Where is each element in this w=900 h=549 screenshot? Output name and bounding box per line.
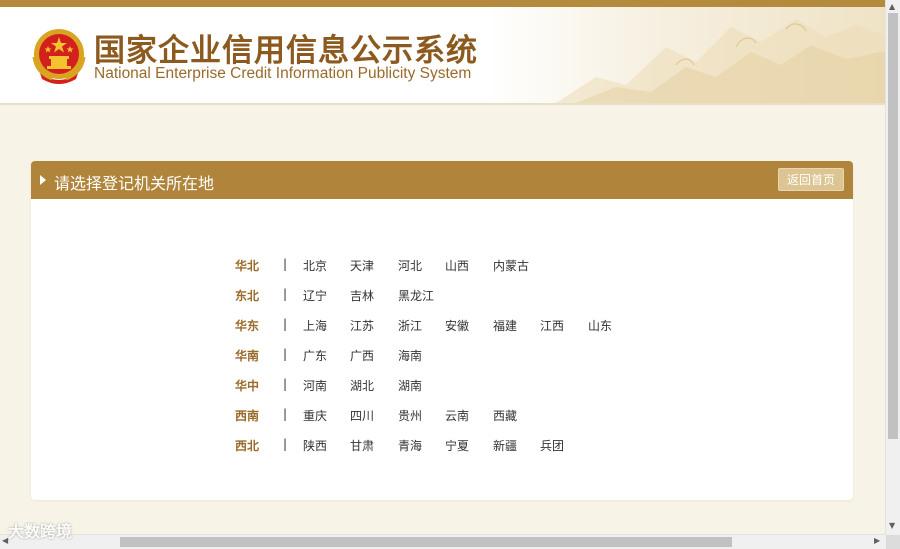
region-name: 西南: [235, 409, 260, 423]
province-link[interactable]: 河南: [303, 377, 327, 394]
region-name: 西北: [235, 439, 260, 453]
scroll-up-icon[interactable]: ▲: [889, 2, 895, 11]
province-link[interactable]: 四川: [350, 407, 374, 424]
separator: |: [283, 287, 288, 301]
province-link[interactable]: 湖南: [398, 377, 422, 394]
province-link[interactable]: 贵州: [398, 407, 422, 424]
region-selection-panel: 请选择登记机关所在地 返回首页 华北 | 北京 天津 河北 山西 内蒙古 东北 …: [31, 161, 853, 500]
province-link[interactable]: 西藏: [493, 407, 517, 424]
region-name: 华南: [235, 349, 260, 363]
separator: |: [283, 257, 288, 271]
site-title: 国家企业信用信息公示系统: [94, 33, 478, 69]
province-link[interactable]: 安徽: [445, 317, 469, 334]
region-name: 华中: [235, 379, 260, 393]
separator: |: [283, 407, 288, 421]
separator: |: [283, 437, 288, 451]
separator: |: [283, 317, 288, 331]
province-link[interactable]: 湖北: [350, 377, 374, 394]
province-link[interactable]: 广西: [350, 347, 374, 364]
province-link[interactable]: 山西: [445, 257, 469, 274]
province-link[interactable]: 陕西: [303, 437, 327, 454]
province-link[interactable]: 内蒙古: [493, 257, 529, 274]
scroll-right-icon[interactable]: ▶: [874, 536, 880, 545]
province-link[interactable]: 吉林: [350, 287, 374, 304]
province-link[interactable]: 重庆: [303, 407, 327, 424]
province-link[interactable]: 云南: [445, 407, 469, 424]
province-link[interactable]: 北京: [303, 257, 327, 274]
panel-title: 请选择登记机关所在地: [54, 174, 215, 193]
province-link[interactable]: 山东: [588, 317, 612, 334]
separator: |: [283, 377, 288, 391]
watermark: 大数跨境: [8, 522, 73, 541]
province-link[interactable]: 广东: [303, 347, 327, 364]
province-link[interactable]: 青海: [398, 437, 422, 454]
horizontal-scroll-thumb[interactable]: [120, 537, 732, 547]
province-link[interactable]: 河北: [398, 257, 422, 274]
scroll-down-icon[interactable]: ▼: [889, 521, 895, 530]
province-link[interactable]: 宁夏: [445, 437, 469, 454]
province-link[interactable]: 江苏: [350, 317, 374, 334]
caret-right-icon: [40, 175, 46, 185]
province-link[interactable]: 兵团: [540, 437, 564, 454]
province-link[interactable]: 甘肃: [350, 437, 374, 454]
province-link[interactable]: 江西: [540, 317, 564, 334]
horizontal-scrollbar[interactable]: ◀ ▶: [0, 534, 886, 549]
back-home-button[interactable]: 返回首页: [778, 168, 844, 191]
province-link[interactable]: 辽宁: [303, 287, 327, 304]
site-subtitle: National Enterprise Credit Information P…: [94, 65, 472, 82]
province-link[interactable]: 海南: [398, 347, 422, 364]
national-emblem-icon: [32, 29, 86, 84]
site-header: 国家企业信用信息公示系统 National Enterprise Credit …: [0, 7, 886, 105]
province-link[interactable]: 新疆: [493, 437, 517, 454]
mountain-decoration: [556, 19, 886, 103]
vertical-scroll-thumb[interactable]: [888, 13, 898, 439]
region-name: 华北: [235, 259, 260, 273]
separator: |: [283, 347, 288, 361]
panel-header: 请选择登记机关所在地 返回首页: [31, 161, 853, 199]
province-link[interactable]: 浙江: [398, 317, 422, 334]
top-accent-bar: [0, 0, 886, 7]
region-name: 华东: [235, 319, 260, 333]
vertical-scrollbar[interactable]: ▲ ▼: [885, 0, 900, 535]
region-name: 东北: [235, 289, 260, 303]
scrollbar-corner: [886, 535, 900, 549]
province-link[interactable]: 上海: [303, 317, 327, 334]
province-link[interactable]: 福建: [493, 317, 517, 334]
province-link[interactable]: 黑龙江: [398, 287, 434, 304]
province-link[interactable]: 天津: [350, 257, 374, 274]
